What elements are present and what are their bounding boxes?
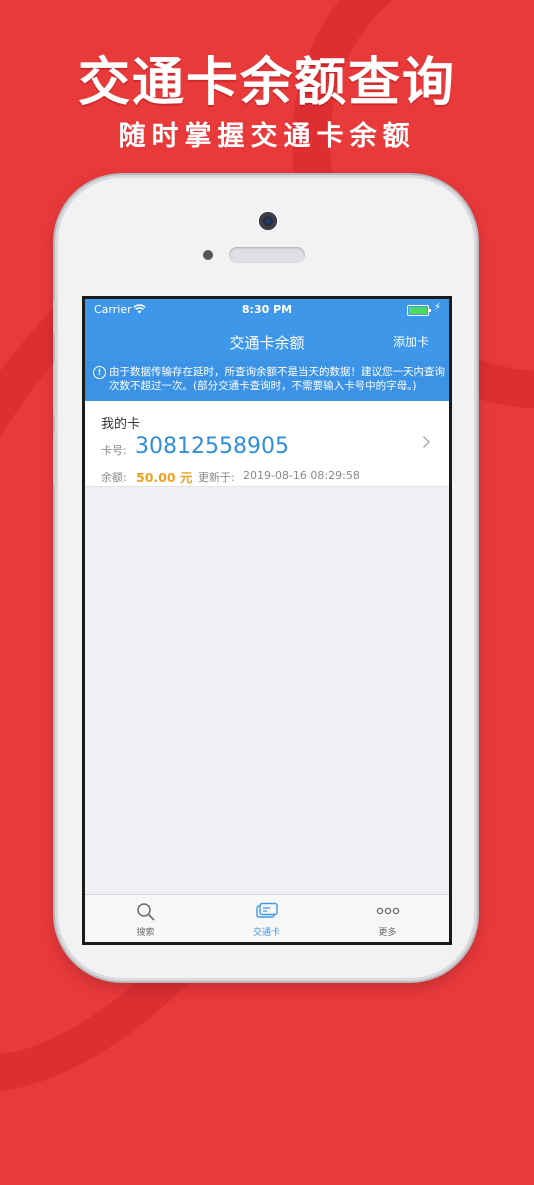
- notice-banner: ! 由于数据传输存在延时，所查询余额不是当天的数据！建议您一天内查询次数不超过一…: [85, 361, 449, 401]
- volume-up-button: [53, 363, 57, 415]
- info-icon: !: [93, 366, 106, 379]
- search-icon: [136, 902, 156, 926]
- card-list-item[interactable]: 我的卡 卡号: 30812558905 余额: 50.00 元 更新于: 201…: [85, 401, 449, 487]
- balance-value: 50.00 元: [136, 470, 193, 485]
- balance-label: 余额:: [101, 471, 127, 484]
- tab-label: 交通卡: [252, 928, 280, 938]
- promo-subtitle: 随时掌握交通卡余额: [118, 121, 416, 152]
- nav-bar: 交通卡余额 添加卡: [85, 321, 449, 361]
- tab-search[interactable]: 搜索: [85, 895, 206, 942]
- battery-icon: [407, 305, 431, 316]
- front-camera: [259, 212, 277, 230]
- notice-text: 由于数据传输存在延时，所查询余额不是当天的数据！建议您一天内查询次数不超过一次。…: [109, 366, 445, 392]
- volume-down-button: [53, 433, 57, 485]
- updated-label: 更新于:: [198, 471, 235, 484]
- more-icon: [376, 902, 400, 924]
- charging-icon: ⚡: [433, 302, 441, 313]
- card-icon: [255, 902, 278, 924]
- card-number-label: 卡号:: [101, 444, 127, 457]
- tab-bar: 搜索 交通卡 更多: [85, 894, 449, 942]
- card-name: 我的卡: [101, 417, 141, 432]
- updated-time: 2019-08-16 08:29:58: [243, 469, 360, 482]
- status-time: 8:30 PM: [241, 303, 293, 316]
- mute-switch: [53, 300, 57, 334]
- tab-transit-card[interactable]: 交通卡: [206, 895, 327, 942]
- promo-title: 交通卡余额查询: [77, 53, 456, 113]
- add-card-button[interactable]: 添加卡: [393, 333, 429, 350]
- proximity-sensor: [203, 250, 213, 260]
- tab-label: 搜索: [136, 928, 155, 938]
- app-screen: Carrier 8:30 PM ⚡ 交通卡余额 添加卡 ! 由于数据传输存在延时…: [85, 299, 449, 942]
- status-bar: Carrier 8:30 PM ⚡: [85, 299, 449, 321]
- earpiece-speaker: [229, 247, 305, 263]
- tab-more[interactable]: 更多: [327, 895, 448, 942]
- chevron-right-icon: [422, 433, 431, 454]
- tab-label: 更多: [378, 928, 397, 938]
- card-number: 30812558905: [135, 434, 289, 459]
